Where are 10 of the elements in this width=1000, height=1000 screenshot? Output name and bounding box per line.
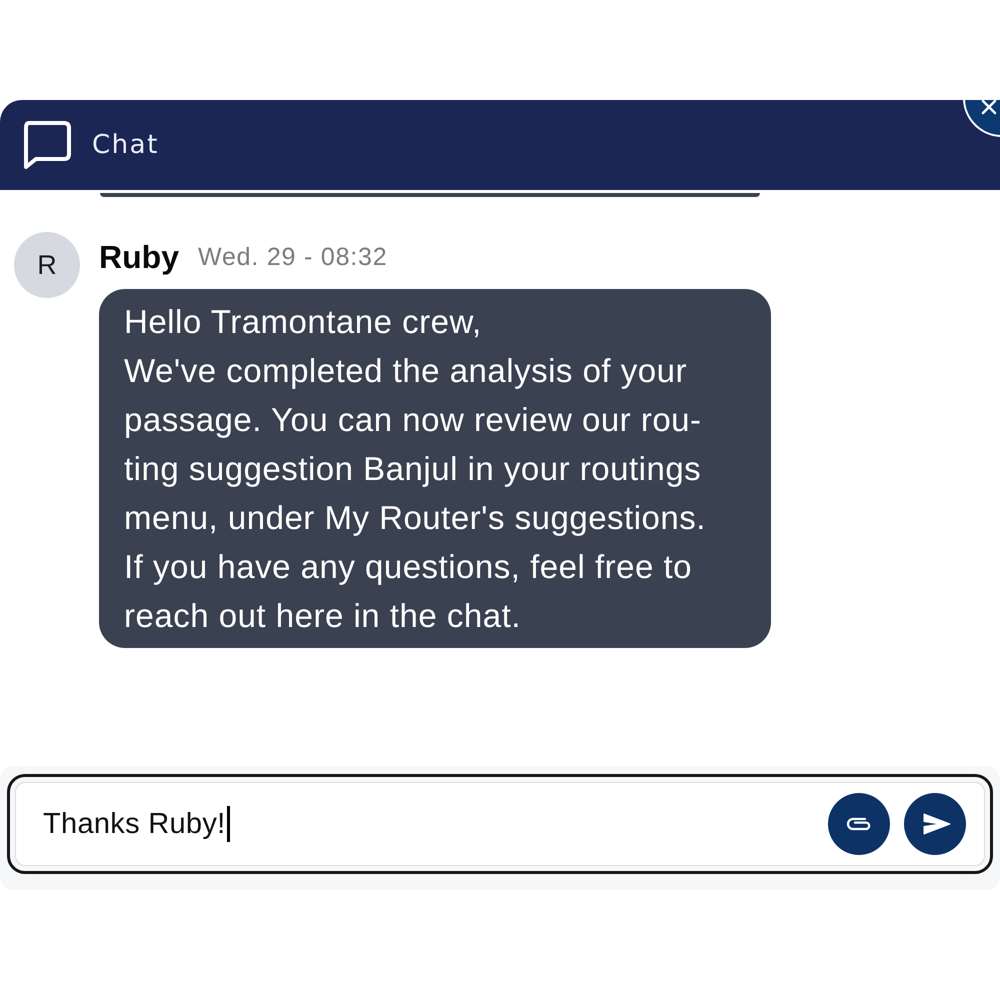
author-name: Ruby [99,238,179,276]
close-icon [982,100,996,114]
avatar: R [14,232,80,298]
message-time: Wed. 29 - 08:32 [198,242,388,272]
message-bubble: Hello Tramontane crew, We've completed the analysis of your passage. You can now review our rou- ting suggestion Banjul in your routings menu, under My Router's suggestions. If you have any questions, feel free to reach out here in the chat. [99,289,771,648]
send-icon [923,813,951,835]
close-button[interactable] [962,100,1000,138]
chat-title: Chat [92,130,159,160]
paperclip-icon [846,817,872,831]
message-input[interactable]: Thanks Ruby! [15,782,985,866]
